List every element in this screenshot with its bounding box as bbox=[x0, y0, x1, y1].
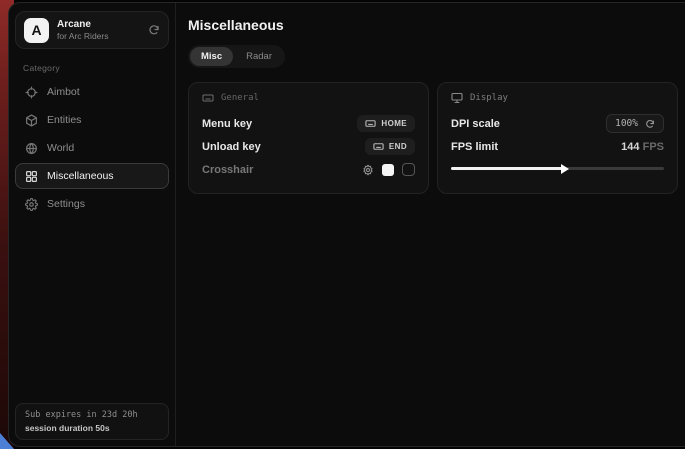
app-name: Arcane bbox=[57, 19, 140, 30]
brand-text: Arcane for Arc Riders bbox=[57, 19, 140, 41]
subscription-info-card: Sub expires in 23d 20h session duration … bbox=[15, 403, 169, 440]
menu-key-row: Menu key HOME bbox=[202, 112, 415, 135]
brand-card: A Arcane for Arc Riders bbox=[15, 11, 169, 49]
cube-icon bbox=[25, 114, 38, 127]
globe-icon bbox=[25, 142, 38, 155]
grid-icon bbox=[25, 170, 38, 183]
main-content: Miscellaneous Misc Radar General Menu ke… bbox=[176, 3, 685, 446]
crosshair-row: Crosshair bbox=[202, 158, 415, 181]
unload-key-value: END bbox=[389, 142, 407, 151]
sidebar-item-label: Settings bbox=[47, 198, 85, 210]
sidebar-item-miscellaneous[interactable]: Miscellaneous bbox=[15, 163, 169, 189]
sidebar-item-label: Entities bbox=[47, 114, 81, 126]
crosshair-checkbox[interactable] bbox=[402, 163, 415, 176]
slider-fill bbox=[451, 167, 564, 170]
dpi-scale-control[interactable]: 100% bbox=[606, 114, 664, 133]
sidebar-item-label: Aimbot bbox=[47, 86, 80, 98]
dpi-scale-label: DPI scale bbox=[451, 118, 500, 130]
display-panel-header: Display bbox=[451, 92, 664, 104]
sidebar-item-aimbot[interactable]: Aimbot bbox=[15, 79, 169, 105]
display-panel-title: Display bbox=[470, 93, 508, 103]
fps-limit-row: FPS limit 144 FPS bbox=[451, 135, 664, 158]
tab-misc[interactable]: Misc bbox=[190, 47, 233, 66]
crosshair-controls bbox=[362, 163, 415, 176]
menu-key-value: HOME bbox=[381, 119, 407, 128]
panels-row: General Menu key HOME Unload key bbox=[188, 82, 678, 194]
category-label: Category bbox=[23, 63, 169, 73]
sidebar-item-label: World bbox=[47, 142, 74, 154]
monitor-icon bbox=[451, 92, 463, 104]
refresh-icon[interactable] bbox=[148, 24, 160, 36]
fps-number: 144 bbox=[621, 141, 639, 153]
sidebar-item-world[interactable]: World bbox=[15, 135, 169, 161]
unload-key-row: Unload key END bbox=[202, 135, 415, 158]
crosshair-icon bbox=[25, 86, 38, 99]
crosshair-label: Crosshair bbox=[202, 164, 253, 176]
app-window: A Arcane for Arc Riders Category Aimbot bbox=[8, 2, 685, 447]
page-title: Miscellaneous bbox=[188, 17, 678, 33]
fps-unit: FPS bbox=[643, 141, 664, 153]
dpi-scale-value: 100% bbox=[615, 118, 638, 129]
menu-key-button[interactable]: HOME bbox=[357, 115, 415, 132]
sidebar-item-label: Miscellaneous bbox=[47, 170, 114, 182]
sidebar: A Arcane for Arc Riders Category Aimbot bbox=[9, 3, 176, 446]
general-panel: General Menu key HOME Unload key bbox=[188, 82, 429, 194]
crosshair-settings-gear-icon[interactable] bbox=[362, 164, 374, 176]
fps-limit-value: 144 FPS bbox=[621, 141, 664, 153]
fps-limit-label: FPS limit bbox=[451, 141, 498, 153]
keyboard-icon bbox=[373, 141, 384, 152]
app-subtitle: for Arc Riders bbox=[57, 31, 140, 41]
sidebar-item-settings[interactable]: Settings bbox=[15, 191, 169, 217]
refresh-icon[interactable] bbox=[645, 119, 655, 129]
gear-icon bbox=[25, 198, 38, 211]
unload-key-button[interactable]: END bbox=[365, 138, 415, 155]
session-duration-text: session duration 50s bbox=[25, 423, 159, 433]
general-panel-header: General bbox=[202, 92, 415, 104]
menu-key-label: Menu key bbox=[202, 118, 252, 130]
unload-key-label: Unload key bbox=[202, 141, 261, 153]
keyboard-icon bbox=[365, 118, 376, 129]
fps-limit-slider[interactable] bbox=[451, 162, 664, 174]
app-logo: A bbox=[24, 18, 49, 43]
crosshair-color-swatch[interactable] bbox=[382, 164, 394, 176]
slider-thumb[interactable] bbox=[561, 164, 569, 174]
keyboard-icon bbox=[202, 92, 214, 104]
sub-expiry-text: Sub expires in 23d 20h bbox=[25, 410, 159, 420]
tab-bar: Misc Radar bbox=[188, 45, 285, 68]
general-panel-title: General bbox=[221, 93, 259, 103]
display-panel: Display DPI scale 100% FPS limit bbox=[437, 82, 678, 194]
tab-radar[interactable]: Radar bbox=[235, 47, 283, 66]
sidebar-item-entities[interactable]: Entities bbox=[15, 107, 169, 133]
dpi-scale-row: DPI scale 100% bbox=[451, 112, 664, 135]
